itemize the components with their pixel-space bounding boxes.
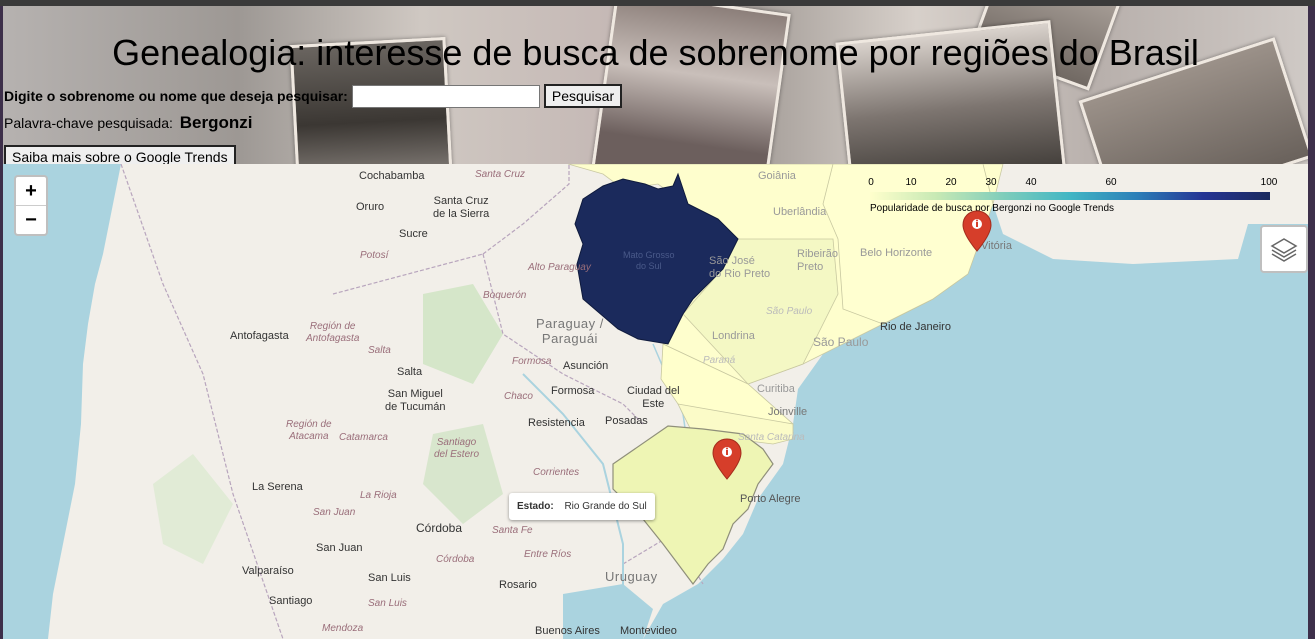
map-label-santa-fe: Santa Fe (492, 525, 533, 536)
learn-more-google-trends-button[interactable]: Saiba mais sobre o Google Trends (4, 145, 236, 164)
map-label-catamarca: Catamarca (339, 432, 388, 443)
info-marker-icon[interactable] (961, 209, 993, 253)
search-button[interactable]: Pesquisar (543, 84, 623, 108)
map-label-santa-cruz-de-la-sierra: Santa Cruz de la Sierra (433, 195, 490, 220)
search-label: Digite o sobrenome ou nome que deseja pe… (4, 88, 348, 104)
window-right-edge (1308, 6, 1315, 639)
map-label-formosa: Formosa (551, 385, 595, 397)
tooltip-value: Rio Grande do Sul (564, 501, 647, 512)
map-label-la-rioja: La Rioja (360, 490, 397, 501)
map-label-boqueron: Boquerón (483, 290, 527, 301)
info-marker-icon[interactable] (711, 437, 743, 481)
zoom-in-button[interactable]: + (16, 177, 46, 206)
map-label-san-juan: San Juan (316, 542, 363, 554)
map-label-valparaiso: Valparaíso (242, 565, 294, 577)
map-label-curitiba: Curitiba (757, 383, 795, 395)
map-label-potosi: Potosí (360, 250, 389, 261)
map-label-chaco: Chaco (504, 391, 533, 402)
searched-keyword: Palavra-chave pesquisada: Bergonzi (4, 113, 253, 133)
map-label-montevideo: Montevideo (620, 625, 677, 637)
map-label-san-luis: San Luis (368, 572, 411, 584)
map-label-oruro: Oruro (356, 201, 385, 213)
map-canvas[interactable]: Cochabamba Santa Cruz Oruro Santa Cruz d… (3, 164, 1308, 639)
legend-color-scale (870, 192, 1270, 200)
map-label-santiago: Santiago (269, 595, 313, 607)
map-label-region-antofagasta: Región de Antofagasta (306, 321, 360, 344)
map-label-santa-cruz: Santa Cruz (475, 169, 526, 180)
surname-search-input[interactable] (351, 84, 540, 108)
map-label-uberlandia: Uberlândia (773, 206, 827, 218)
map-label-mato-grosso-do-sul: Mato Grosso do Sul (623, 250, 675, 271)
map-label-sao-paulo-region: São Paulo (766, 306, 813, 317)
page-header: Genealogia: interesse de busca de sobren… (3, 6, 1308, 164)
map-label-tucuman: San Miguel de Tucumán (385, 388, 446, 413)
legend-tick: 60 (1105, 177, 1117, 188)
keyword-label: Palavra-chave pesquisada: (4, 115, 173, 131)
map-label-santa-catarina: Santa Catarina (738, 432, 805, 443)
map-label-parana: Paraná (703, 355, 736, 366)
map-label-cordoba: Córdoba (416, 521, 463, 535)
map-label-rio-de-janeiro: Rio de Janeiro (880, 321, 951, 333)
legend-tick: 0 (868, 177, 874, 188)
map-label-sao-paulo: São Paulo (813, 335, 869, 349)
zoom-out-button[interactable]: − (16, 206, 46, 234)
map-label-salta-region: Salta (368, 345, 391, 356)
legend-tick: 10 (905, 177, 917, 188)
legend-tick: 20 (945, 177, 957, 188)
map-label-resistencia: Resistencia (528, 417, 585, 429)
map-label-sao-jose-do-rio-preto: São José do Rio Preto (709, 255, 771, 280)
map-label-uruguay: Uruguay (605, 569, 658, 584)
map-label-mendoza: Mendoza (322, 623, 364, 634)
map-label-belo-horizonte: Belo Horizonte (860, 247, 933, 259)
page-title: Genealogia: interesse de busca de sobren… (112, 32, 1199, 73)
map-label-entre-rios: Entre Ríos (524, 549, 572, 560)
map-label-goiania: Goiânia (758, 170, 796, 182)
map-label-formosa-region: Formosa (512, 356, 552, 367)
map-label-la-serena: La Serena (252, 481, 303, 493)
layers-icon (1270, 238, 1298, 262)
layers-control-button[interactable] (1260, 225, 1308, 273)
search-form: Digite o sobrenome ou nome que deseja pe… (4, 84, 623, 108)
map-label-posadas: Posadas (605, 415, 648, 427)
map-label-salta: Salta (397, 366, 423, 378)
zoom-control: + − (14, 175, 48, 236)
map-label-antofagasta: Antofagasta (230, 330, 289, 342)
legend-tick: 100 (1260, 177, 1278, 188)
map-label-san-juan-region: San Juan (313, 507, 356, 518)
map-label-santiago-del-estero: Santiago del Estero (434, 437, 480, 460)
map-label-cochabamba: Cochabamba (359, 170, 425, 182)
map-label-paraguay: Paraguay / Paraguái (536, 316, 604, 346)
map-label-joinville: Joinville (768, 406, 808, 418)
tooltip-key: Estado: (517, 501, 554, 512)
map-label-porto-alegre: Porto Alegre (740, 493, 801, 505)
legend-tick: 40 (1025, 177, 1037, 188)
map-label-corrientes: Corrientes (533, 467, 580, 478)
map-label-sucre: Sucre (399, 228, 428, 240)
map-label-region-atacama: Región de Atacama (286, 419, 332, 442)
map-label-ribeirao-preto: Ribeirão Preto (797, 248, 838, 273)
state-tooltip: Estado: Rio Grande do Sul (509, 493, 655, 520)
map-legend: 0 10 20 30 40 60 100 Popularidade de bus… (868, 175, 1279, 215)
map-label-alto-paraguay: Alto Paraguay (528, 262, 591, 273)
map-label-cordoba-region: Córdoba (436, 554, 475, 565)
keyword-value: Bergonzi (179, 113, 253, 132)
map-label-buenos-aires: Buenos Aires (535, 625, 600, 637)
map-label-asuncion: Asunción (563, 360, 609, 372)
legend-tick: 30 (985, 177, 997, 188)
map-label-londrina: Londrina (712, 330, 755, 342)
map-label-san-luis-region: San Luis (368, 598, 407, 609)
map-label-ciudad-del-este: Ciudad del Este (627, 385, 680, 410)
map-label-rosario: Rosario (499, 579, 537, 591)
